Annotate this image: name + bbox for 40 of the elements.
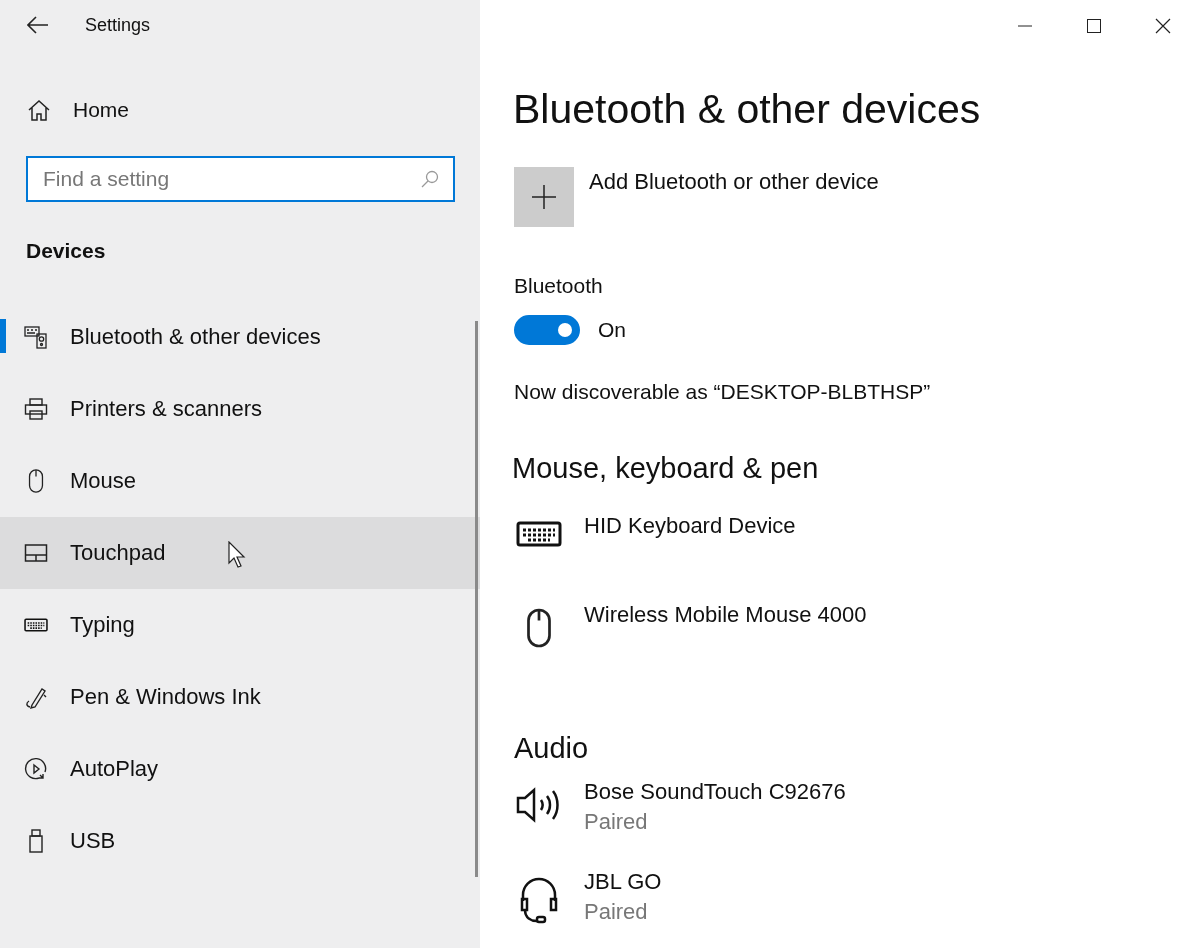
search-icon	[421, 170, 439, 188]
nav-item[interactable]: Bluetooth & other devices	[0, 301, 480, 373]
scrollbar[interactable]	[475, 321, 478, 877]
back-arrow-icon[interactable]	[27, 16, 49, 34]
maximize-icon[interactable]	[1086, 18, 1102, 34]
nav-item[interactable]: AutoPlay	[0, 733, 480, 805]
section-heading: Mouse, keyboard & pen	[512, 452, 820, 485]
keyboard-icon	[516, 519, 562, 549]
section-heading: Devices	[25, 239, 107, 264]
section-heading: Audio	[514, 732, 590, 765]
bluetooth-toggle[interactable]	[514, 315, 580, 345]
touchpad-icon	[24, 541, 48, 565]
toggle-state: On	[598, 318, 626, 342]
nav-item[interactable]: Pen & Windows Ink	[0, 661, 480, 733]
add-device-link[interactable]: Add Bluetooth or other device	[589, 169, 879, 195]
window-title: Settings	[85, 14, 151, 36]
keyboard-speaker-icon	[24, 325, 48, 349]
device-item[interactable]: Bose SoundTouch C92676 Paired	[514, 779, 1200, 869]
mouse-pointer-icon	[227, 541, 247, 569]
home-icon	[27, 99, 51, 121]
plus-icon	[532, 185, 556, 209]
headset-icon	[519, 875, 559, 925]
home-link[interactable]: Home	[0, 90, 480, 130]
nav-item[interactable]: USB	[0, 805, 480, 877]
nav-item[interactable]: Typing	[0, 589, 480, 661]
page-title: Bluetooth & other devices	[513, 85, 982, 134]
bluetooth-label: Bluetooth	[514, 274, 604, 298]
device-item[interactable]: JBL GO Paired	[514, 869, 1200, 948]
device-item[interactable]: Wireless Mobile Mouse 4000	[514, 602, 1200, 691]
nav-item[interactable]: Touchpad	[0, 517, 480, 589]
nav-item[interactable]: Printers & scanners	[0, 373, 480, 445]
nav-item[interactable]: Mouse	[0, 445, 480, 517]
search-field[interactable]: Find a setting	[26, 156, 455, 202]
close-icon[interactable]	[1155, 18, 1171, 34]
pen-icon	[24, 685, 48, 709]
add-device-button[interactable]	[514, 167, 574, 227]
autoplay-icon	[24, 757, 48, 781]
printer-icon	[24, 397, 48, 421]
device-item[interactable]: HID Keyboard Device	[514, 513, 1200, 602]
discoverable-text: Now discoverable as “DESKTOP-BLBTHSP”	[514, 380, 932, 404]
